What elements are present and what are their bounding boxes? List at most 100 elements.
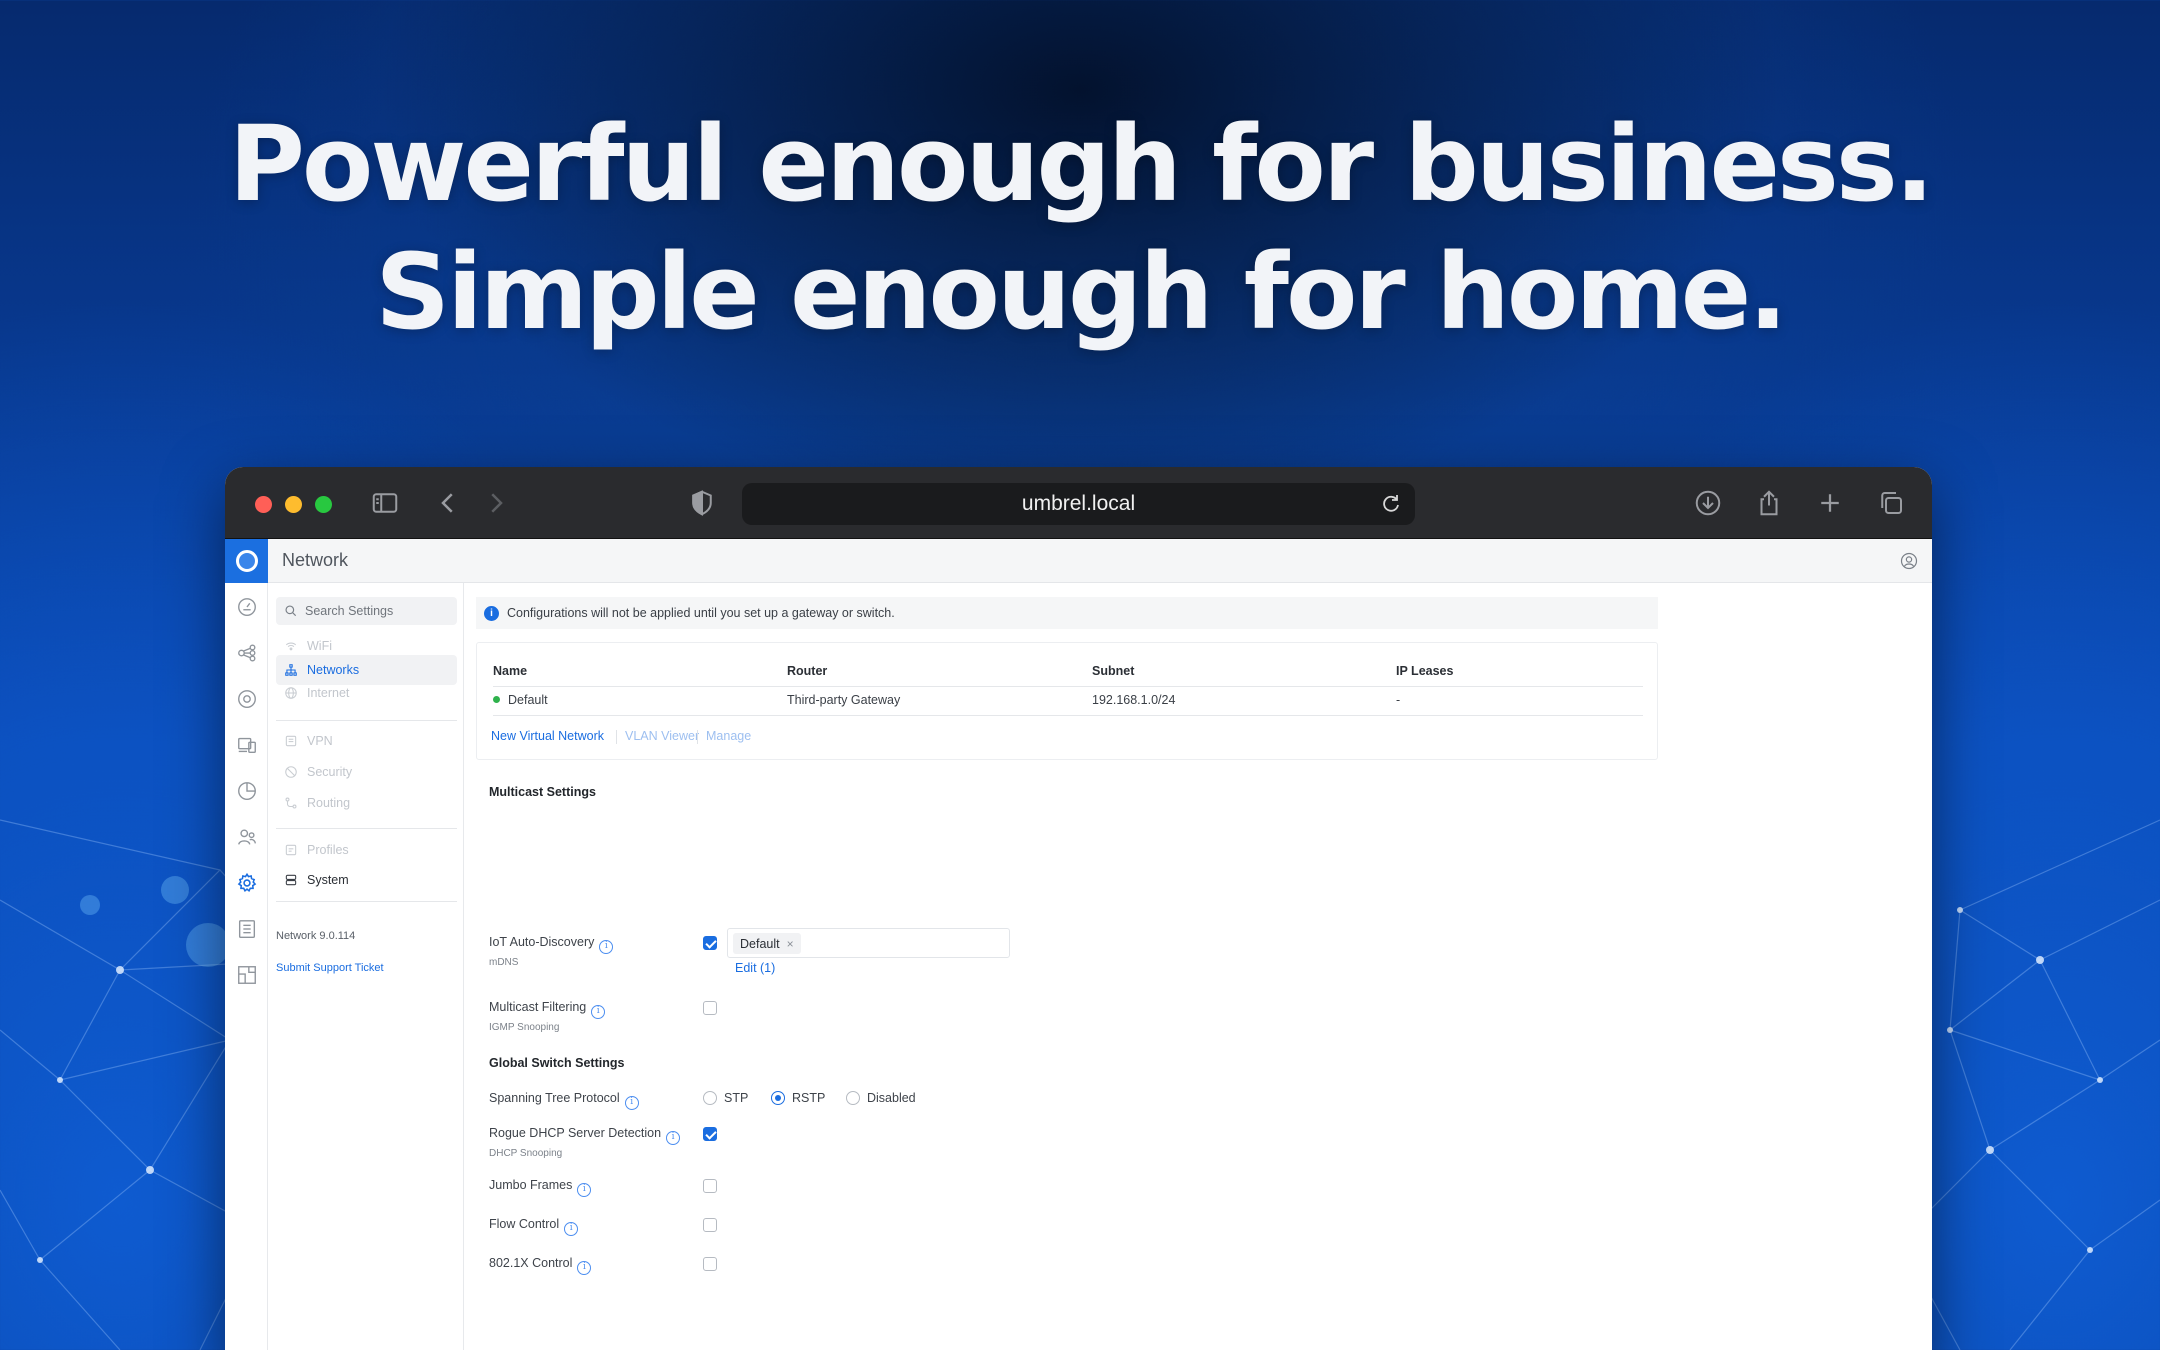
vlan-viewer-link[interactable]: VLAN Viewer xyxy=(625,729,699,743)
sidebar-icon[interactable] xyxy=(369,487,401,519)
search-icon xyxy=(285,605,297,617)
new-tab-icon[interactable] xyxy=(1814,487,1846,519)
multicast-settings-title: Multicast Settings xyxy=(489,785,596,799)
forward-icon[interactable] xyxy=(480,487,512,519)
multicast-filtering-checkbox[interactable] xyxy=(703,1001,717,1015)
multicast-filtering-label: Multicast Filtering i IGMP Snooping xyxy=(489,1000,606,1033)
jumbo-frames-checkbox[interactable] xyxy=(703,1179,717,1193)
dot1x-control-checkbox[interactable] xyxy=(703,1257,717,1271)
floorplan-icon[interactable] xyxy=(236,964,258,986)
rstp-radio[interactable]: RSTP xyxy=(771,1091,825,1105)
rogue-dhcp-label: Rogue DHCP Server Detection i DHCP Snoopi… xyxy=(489,1126,681,1159)
iot-auto-discovery-checkbox[interactable] xyxy=(703,936,717,950)
dashboard-icon[interactable] xyxy=(236,596,258,618)
app-rail xyxy=(225,583,268,1350)
flow-control-label: Flow Control i xyxy=(489,1217,579,1236)
edit-networks-link[interactable]: Edit (1) xyxy=(735,961,775,975)
app-content: Search Settings WiFi Networks Internet V… xyxy=(225,583,1932,1350)
app-title: Network xyxy=(282,550,349,570)
nav-item-internet[interactable]: Internet xyxy=(276,678,457,708)
divider xyxy=(697,730,698,744)
nav-item-routing[interactable]: Routing xyxy=(276,788,457,818)
new-virtual-network-link[interactable]: New Virtual Network xyxy=(491,729,604,743)
divider xyxy=(616,730,617,744)
nav-divider xyxy=(276,901,457,902)
column-header-name[interactable]: Name xyxy=(493,664,527,678)
info-icon[interactable]: i xyxy=(577,1183,592,1197)
info-icon[interactable]: i xyxy=(599,940,614,954)
browser-toolbar: umbrel.local xyxy=(225,467,1932,539)
stp-radio[interactable]: STP xyxy=(703,1091,748,1105)
networks-icon xyxy=(285,664,297,676)
remove-tag-icon[interactable]: × xyxy=(787,937,794,951)
nav-item-system[interactable]: System xyxy=(276,865,457,895)
column-header-subnet[interactable]: Subnet xyxy=(1092,664,1134,678)
browser-window: umbrel.local Network Search Settings WiF… xyxy=(225,467,1932,1350)
network-router-cell: Third-party Gateway xyxy=(787,693,901,707)
globe-icon xyxy=(285,687,297,699)
logs-icon[interactable] xyxy=(236,918,258,940)
nav-item-profiles[interactable]: Profiles xyxy=(276,835,457,865)
tabs-icon[interactable] xyxy=(1875,487,1907,519)
status-online-dot xyxy=(493,696,500,703)
hero-line-1: Powerful enough for business. xyxy=(228,103,1935,225)
download-icon[interactable] xyxy=(1692,487,1724,519)
hero-line-2: Simple enough for home. xyxy=(375,231,1788,353)
gateway-notice: i Configurations will not be applied unt… xyxy=(476,597,1658,629)
zoom-window-button[interactable] xyxy=(315,496,332,513)
global-switch-settings-title: Global Switch Settings xyxy=(489,1056,625,1070)
search-settings-input[interactable]: Search Settings xyxy=(276,597,457,625)
spanning-tree-protocol-label: Spanning Tree Protocol i xyxy=(489,1091,639,1110)
app-header: Network xyxy=(225,538,1932,583)
submit-support-ticket-link[interactable]: Submit Support Ticket xyxy=(276,962,384,974)
minimize-window-button[interactable] xyxy=(285,496,302,513)
info-icon[interactable]: i xyxy=(577,1261,592,1275)
column-header-router[interactable]: Router xyxy=(787,664,827,678)
user-account-icon[interactable] xyxy=(1900,552,1918,570)
disabled-radio[interactable]: Disabled xyxy=(846,1091,916,1105)
column-header-ip-leases[interactable]: IP Leases xyxy=(1396,664,1453,678)
nav-item-security[interactable]: Security xyxy=(276,757,457,787)
insights-icon[interactable] xyxy=(236,780,258,802)
network-tag: Default × xyxy=(733,933,801,954)
nav-divider xyxy=(276,828,457,829)
settings-nav: Search Settings WiFi Networks Internet V… xyxy=(268,583,464,1350)
shield-icon[interactable] xyxy=(686,487,718,519)
info-icon[interactable]: i xyxy=(624,1096,639,1110)
network-name-cell: Default xyxy=(493,693,548,707)
settings-icon[interactable] xyxy=(236,872,258,894)
close-window-button[interactable] xyxy=(255,496,272,513)
info-icon[interactable]: i xyxy=(591,1005,606,1019)
address-bar[interactable]: umbrel.local xyxy=(742,483,1415,525)
iot-auto-discovery-label: IoT Auto-Discovery i mDNS xyxy=(489,935,614,968)
back-icon[interactable] xyxy=(432,487,464,519)
nav-item-vpn[interactable]: VPN xyxy=(276,726,457,756)
flow-control-checkbox[interactable] xyxy=(703,1218,717,1232)
rogue-dhcp-checkbox[interactable] xyxy=(703,1127,717,1141)
info-icon: i xyxy=(484,605,499,621)
profiles-icon xyxy=(285,844,297,856)
iot-network-select[interactable]: Default × xyxy=(727,928,1010,958)
app-logo[interactable] xyxy=(225,538,268,583)
network-subnet-cell: 192.168.1.0/24 xyxy=(1092,693,1176,707)
system-icon xyxy=(285,874,297,886)
app-version: Network 9.0.114 xyxy=(276,930,356,942)
networks-panel: i Configurations will not be applied unt… xyxy=(464,583,1932,1350)
info-icon[interactable]: i xyxy=(666,1131,681,1145)
url-text: umbrel.local xyxy=(1021,492,1136,515)
topology-icon[interactable] xyxy=(236,642,258,664)
networks-table-card: Name Router Subnet IP Leases Default Thi… xyxy=(476,642,1658,760)
share-icon[interactable] xyxy=(1753,487,1785,519)
users-icon[interactable] xyxy=(236,826,258,848)
hero-headline: Powerful enough for business. Simple eno… xyxy=(0,100,2160,356)
reload-icon[interactable] xyxy=(1379,492,1403,516)
manage-link[interactable]: Manage xyxy=(706,729,751,743)
clients-icon[interactable] xyxy=(236,734,258,756)
wifi-icon xyxy=(285,642,297,651)
vpn-icon xyxy=(285,735,297,747)
network-leases-cell: - xyxy=(1396,693,1401,707)
routing-icon xyxy=(285,797,297,809)
devices-icon[interactable] xyxy=(236,688,258,710)
info-icon[interactable]: i xyxy=(564,1222,579,1236)
search-placeholder: Search Settings xyxy=(305,604,394,618)
